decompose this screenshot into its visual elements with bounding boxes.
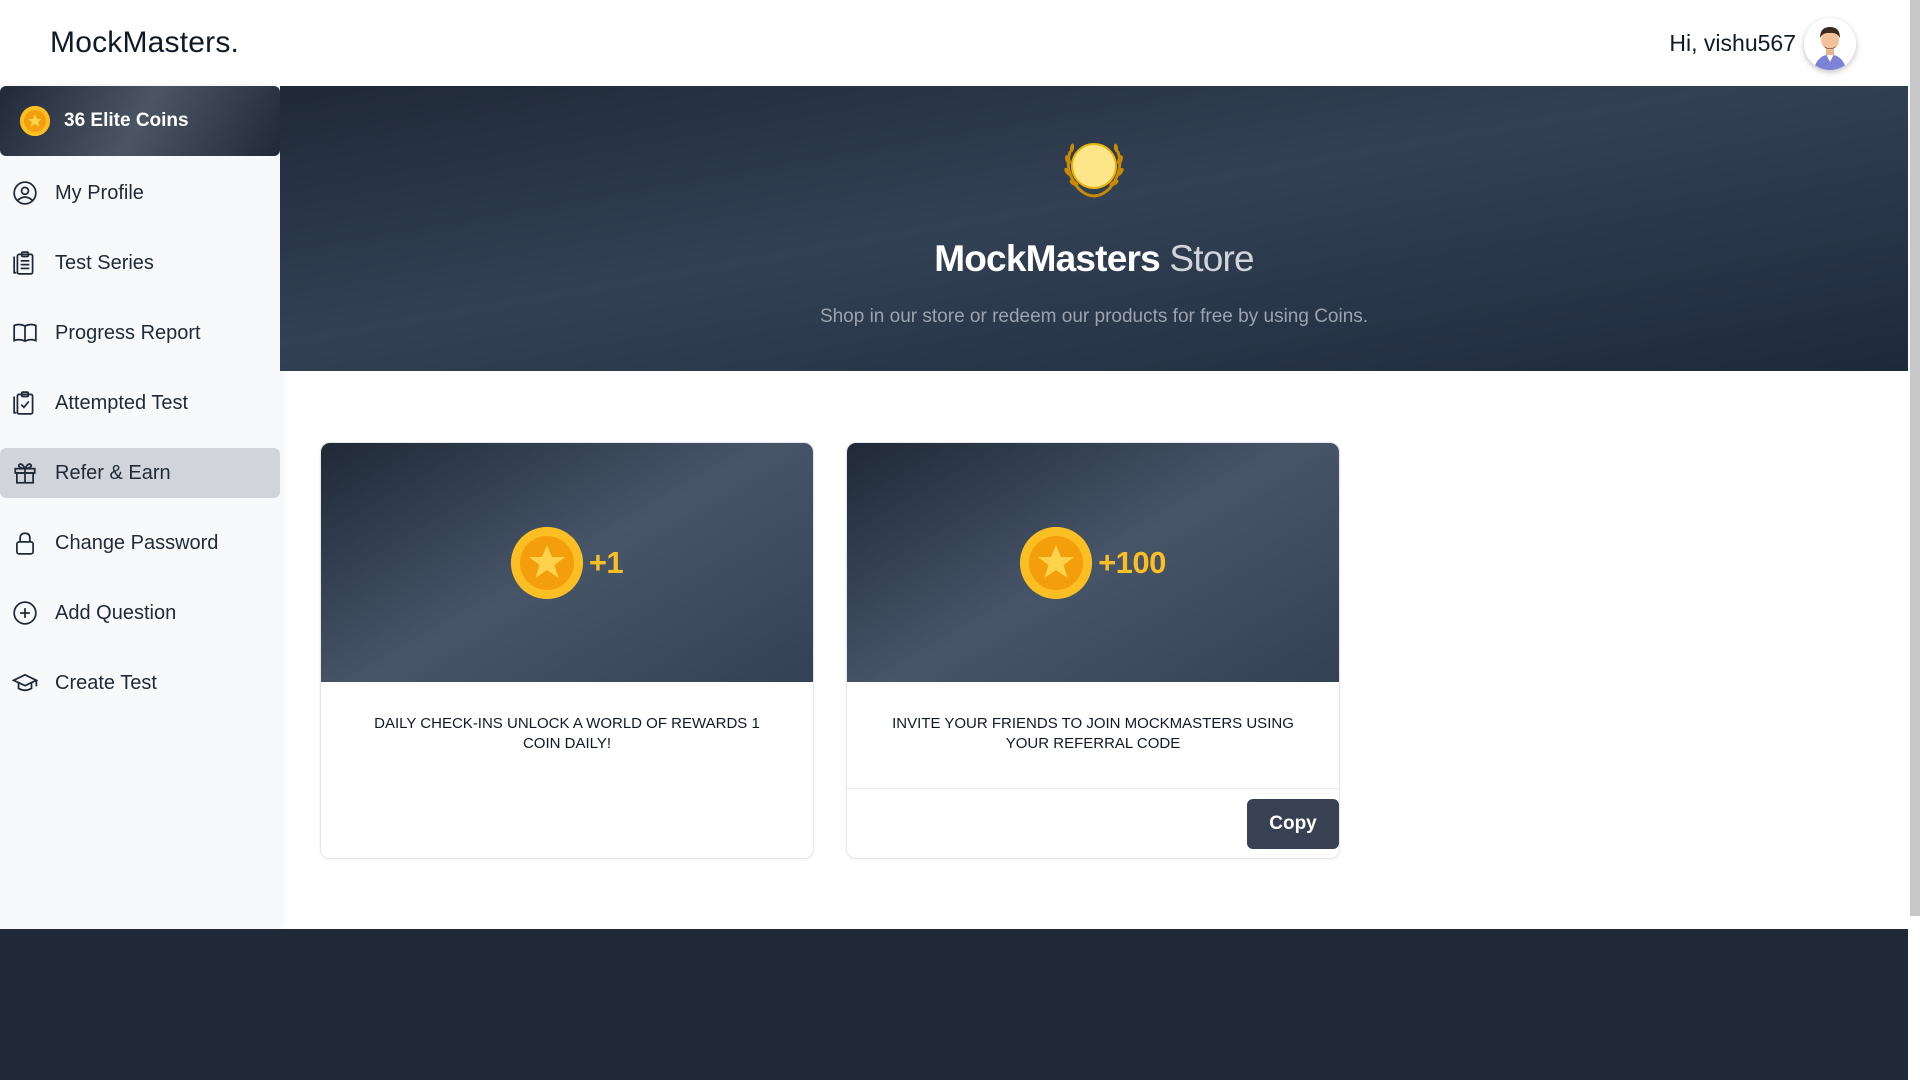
user-greeting: Hi, vishu567 — [1669, 30, 1796, 56]
coin-icon — [20, 106, 50, 136]
avatar-illustration-icon — [1804, 18, 1856, 70]
sidebar-item-label: Progress Report — [55, 321, 201, 344]
clipboard-list-icon — [12, 250, 38, 276]
copy-referral-button[interactable]: Copy — [1247, 799, 1339, 849]
sidebar-item-test-series[interactable]: Test Series — [0, 238, 280, 288]
scrollbar-thumb[interactable] — [1910, 0, 1920, 916]
gift-icon — [12, 460, 38, 486]
sidebar-item-label: Attempted Test — [55, 391, 189, 414]
sidebar-item-add-question[interactable]: Add Question — [0, 588, 280, 638]
store-subtitle: Shop in our store or redeem our products… — [819, 306, 1369, 327]
elite-coins-label: 36 Elite Coins — [64, 110, 189, 131]
sidebar-item-label: Refer & Earn — [55, 461, 171, 484]
sidebar: 36 Elite Coins My Profile Test Series Pr… — [0, 86, 280, 929]
sidebar-item-label: Change Password — [55, 531, 219, 554]
sidebar-item-label: Test Series — [55, 251, 154, 274]
store-title-brand: MockMasters — [934, 238, 1160, 279]
reward-amount: +1 — [588, 544, 624, 580]
card-reward-banner: +100 — [847, 443, 1339, 682]
graduation-cap-icon — [12, 670, 38, 696]
card-description: DAILY CHECK-INS UNLOCK A WORLD OF REWARD… — [374, 715, 760, 752]
elite-coins-banner[interactable]: 36 Elite Coins — [0, 86, 280, 156]
page-footer — [0, 929, 1908, 1080]
sidebar-item-my-profile[interactable]: My Profile — [0, 168, 280, 218]
plus-circle-icon — [12, 600, 38, 626]
sidebar-item-progress-report[interactable]: Progress Report — [0, 308, 280, 358]
store-title: MockMasters Store — [280, 238, 1908, 280]
referral-card: +100 INVITE YOUR FRIENDS TO JOIN MOCKMAS… — [846, 442, 1340, 859]
book-open-icon — [12, 320, 38, 346]
lock-icon — [12, 530, 38, 556]
card-reward-banner: +1 — [321, 443, 813, 682]
sidebar-item-change-password[interactable]: Change Password — [0, 518, 280, 568]
reward-amount: +100 — [1098, 544, 1166, 580]
user-avatar[interactable] — [1804, 18, 1856, 70]
sidebar-item-label: My Profile — [55, 181, 144, 204]
app-logo[interactable]: MockMasters. — [50, 26, 239, 60]
sidebar-item-attempted-test[interactable]: Attempted Test — [0, 378, 280, 428]
page-scrollbar[interactable] — [1908, 0, 1920, 1080]
user-circle-icon — [12, 180, 38, 206]
sidebar-item-label: Add Question — [55, 601, 177, 624]
laurel-medal-icon — [1056, 130, 1132, 206]
coin-icon — [1020, 526, 1093, 599]
store-hero-banner: MockMasters Store Shop in our store or r… — [280, 86, 1908, 371]
store-title-suffix: Store — [1159, 238, 1254, 279]
top-header: MockMasters. Hi, vishu567 — [0, 0, 1908, 86]
daily-checkin-card: +1 DAILY CHECK-INS UNLOCK A WORLD OF REW… — [320, 442, 814, 859]
card-description: INVITE YOUR FRIENDS TO JOIN MOCKMASTERS … — [892, 715, 1294, 752]
sidebar-item-create-test[interactable]: Create Test — [0, 658, 280, 708]
sidebar-nav: My Profile Test Series Progress Report A… — [0, 168, 280, 728]
sidebar-item-refer-earn[interactable]: Refer & Earn — [0, 448, 280, 498]
sidebar-item-label: Create Test — [55, 671, 157, 694]
clipboard-check-icon — [12, 390, 38, 416]
coin-icon — [510, 526, 583, 599]
card-footer: Copy — [847, 788, 1339, 858]
